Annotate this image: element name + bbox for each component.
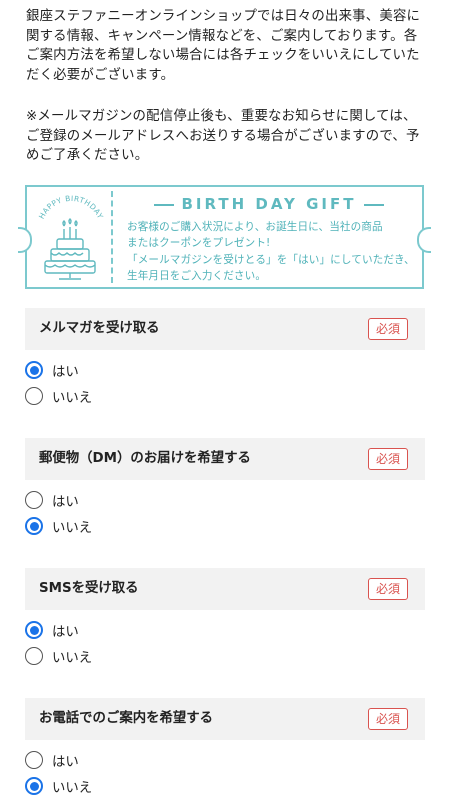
option-label: いいえ: [52, 391, 93, 406]
radio-button[interactable]: [25, 751, 43, 769]
intro-paragraph: 銀座ステファニーオンラインショップでは日々の出来事、美容に関する情報、キャンペー…: [26, 9, 421, 84]
section-title: メルマガを受け取る: [39, 321, 160, 336]
radio-button-selected[interactable]: [25, 621, 43, 639]
newsletter-yes-option[interactable]: はい: [25, 359, 79, 381]
section-header-phone: お電話でのご案内を希望する 必須: [25, 698, 425, 740]
section-header-sms: SMSを受け取る 必須: [25, 568, 425, 610]
required-badge: 必須: [368, 708, 408, 730]
option-label: いいえ: [52, 781, 93, 796]
section-title: 郵便物（DM）のお届けを希望する: [39, 451, 251, 466]
radio-button-selected[interactable]: [25, 361, 43, 379]
sms-yes-option[interactable]: はい: [25, 619, 79, 641]
gift-line: お客様のご購入状況により、お誕生日に、当社の商品: [127, 221, 383, 233]
required-badge: 必須: [368, 448, 408, 470]
option-label: はい: [52, 755, 79, 770]
newsletter-no-option[interactable]: いいえ: [25, 385, 92, 407]
gift-title: BIRTH DAY GIFT: [119, 193, 419, 215]
radio-button-selected[interactable]: [25, 777, 43, 795]
phone-no-option[interactable]: いいえ: [25, 775, 92, 797]
ticket-perforation: [111, 191, 113, 283]
radio-button-selected[interactable]: [25, 517, 43, 535]
required-badge: 必須: [368, 318, 408, 340]
phone-yes-option[interactable]: はい: [25, 749, 79, 771]
radio-button[interactable]: [25, 387, 43, 405]
opt-in-settings-page: 銀座ステファニーオンラインショップでは日々の出来事、美容に関する情報、キャンペー…: [0, 0, 450, 811]
section-title: SMSを受け取る: [39, 581, 139, 596]
section-header-newsletter: メルマガを受け取る 必須: [25, 308, 425, 350]
gift-line: またはクーポンをプレゼント!: [127, 237, 271, 250]
section-header-direct-mail: 郵便物（DM）のお届けを希望する 必須: [25, 438, 425, 480]
radio-button[interactable]: [25, 647, 43, 665]
sms-no-option[interactable]: いいえ: [25, 645, 92, 667]
notice-paragraph: ※メールマガジンの配信停止後も、重要なお知らせに関しては、ご登録のメールアドレス…: [26, 109, 420, 164]
required-badge: 必須: [368, 578, 408, 600]
option-label: はい: [52, 625, 79, 640]
option-label: はい: [52, 365, 79, 380]
option-label: はい: [52, 495, 79, 510]
direct-mail-no-option[interactable]: いいえ: [25, 515, 92, 537]
gift-description: お客様のご購入状況により、お誕生日に、当社の商品 またはクーポンをプレゼント! …: [127, 219, 423, 284]
svg-text:HAPPY BIRTHDAY: HAPPY BIRTHDAY: [37, 194, 105, 221]
gift-line: 「メールマガジンを受けとる」を「はい」にしていただき、: [127, 253, 415, 266]
section-title: お電話でのご案内を希望する: [39, 711, 214, 726]
radio-button[interactable]: [25, 491, 43, 509]
gift-line: 生年月日をご入力ください。: [127, 269, 267, 282]
direct-mail-yes-option[interactable]: はい: [25, 489, 79, 511]
option-label: いいえ: [52, 521, 93, 536]
happy-birthday-arc-text: HAPPY BIRTHDAY: [37, 194, 105, 221]
option-label: いいえ: [52, 651, 93, 666]
birthday-cake-icon: HAPPY BIRTHDAY: [37, 194, 105, 280]
birthday-gift-banner: HAPPY BIRTHDAY BIRTH DAY GIFT お客様のご購入状況に…: [18, 185, 431, 289]
ticket-notch-left: [18, 227, 32, 253]
